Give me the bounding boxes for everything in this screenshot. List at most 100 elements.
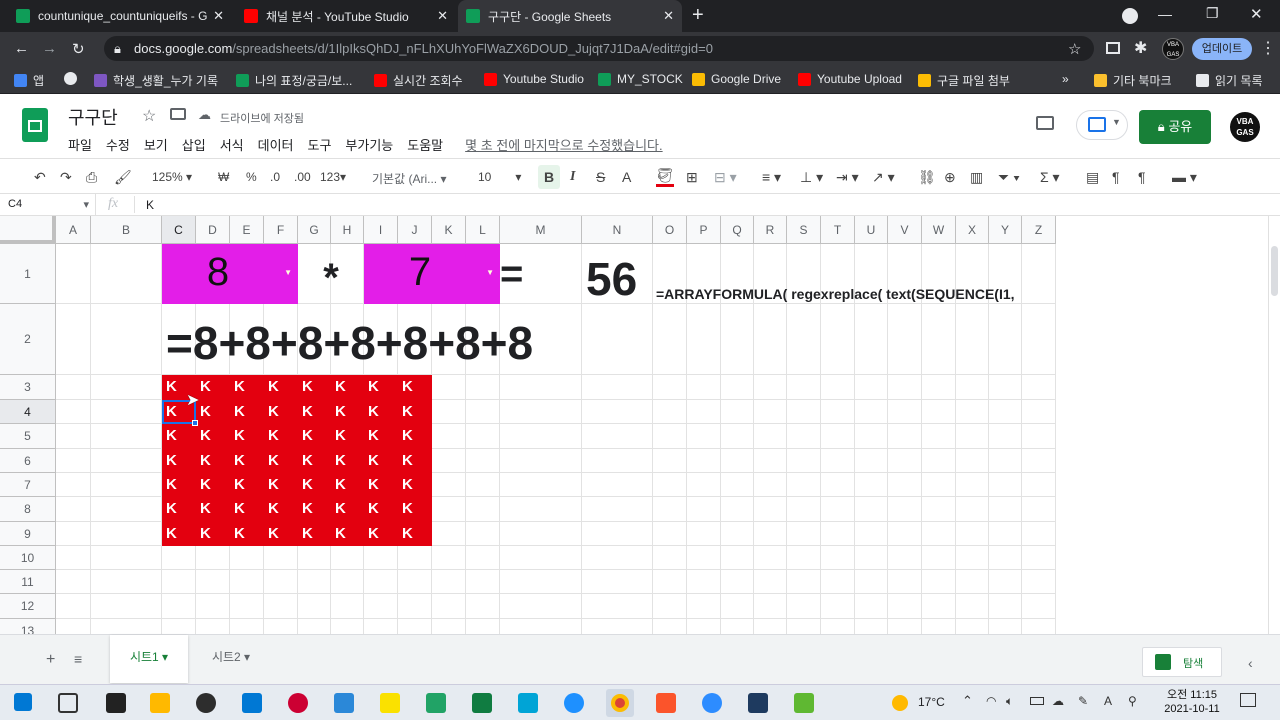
reading-mode-icon[interactable] (1106, 42, 1120, 54)
k-cell[interactable]: K (398, 449, 432, 473)
currency-button[interactable]: ₩ (218, 170, 229, 184)
k-cell[interactable]: K (331, 522, 365, 546)
account-avatar[interactable]: VBA GAS (1230, 112, 1260, 142)
paint-format-icon[interactable]: 🖌︎ (114, 169, 132, 186)
text-color-button[interactable]: A (622, 169, 631, 185)
pen-icon[interactable]: ✎ (1078, 694, 1088, 708)
k-cell[interactable]: K (264, 449, 298, 473)
k-cell[interactable]: K (162, 522, 196, 546)
redo-icon[interactable]: ↷ (60, 169, 72, 186)
input-tools-icon[interactable]: ▬ ▾ (1172, 169, 1197, 186)
browser-menu-icon[interactable]: ⋮ (1260, 38, 1276, 58)
column-header-s[interactable]: S (787, 216, 821, 244)
column-header-i[interactable]: I (364, 216, 398, 244)
k-cell[interactable]: K (331, 449, 365, 473)
column-header-d[interactable]: D (196, 216, 230, 244)
k-cell[interactable]: K (398, 473, 432, 497)
menu-format[interactable]: 서식 (220, 135, 244, 154)
new-tab-button[interactable]: + (692, 4, 704, 27)
reload-icon[interactable]: ↻ (72, 40, 85, 58)
doc-title[interactable]: 구구단 (68, 104, 118, 130)
menu-insert[interactable]: 삽입 (182, 135, 206, 154)
k-cell[interactable]: K (196, 522, 230, 546)
ltr-paragraph-icon[interactable]: ¶ (1112, 169, 1120, 185)
row-header-9[interactable]: 9 (0, 522, 56, 546)
zoom-select[interactable]: 125% ▾ (152, 170, 192, 184)
row-header-7[interactable]: 7 (0, 473, 56, 497)
k-cell[interactable]: K (364, 375, 398, 399)
stats-app-icon[interactable] (426, 693, 446, 713)
column-header-o[interactable]: O (653, 216, 687, 244)
font-size-select[interactable]: 10 ▾ (478, 170, 521, 184)
bookmark-file-attach[interactable]: 구글 파일 첨부 (918, 72, 1010, 89)
cell-multiplicand-dropdown[interactable]: 8 ▼ (162, 244, 298, 304)
back-icon[interactable]: ← (14, 40, 29, 57)
close-window-icon[interactable]: ✕ (1250, 5, 1263, 23)
column-header-r[interactable]: R (754, 216, 787, 244)
k-cell[interactable]: K (162, 497, 196, 521)
windows-start-icon[interactable] (14, 693, 32, 711)
k-cell[interactable]: K (230, 497, 264, 521)
close-tab-icon[interactable]: ✕ (663, 8, 674, 24)
present-button[interactable]: ▼ (1076, 110, 1128, 140)
onedrive-icon[interactable]: ☁ (1052, 694, 1064, 708)
more-formats-button[interactable]: 123▾ (320, 170, 346, 184)
k-cell[interactable]: K (331, 424, 365, 448)
move-folder-icon[interactable] (170, 108, 186, 120)
hangul-icon[interactable] (518, 693, 538, 713)
k-cell[interactable]: K (230, 375, 264, 399)
spreadsheet-grid[interactable]: ABCDEFGHIJKLMNOPQRSTUVWXYZ 1 2 3 4 5 6 7 8 9 10 11… (0, 216, 1268, 634)
k-cell[interactable]: K (196, 400, 230, 424)
tab-search-icon[interactable] (1122, 8, 1138, 24)
menu-file[interactable]: 파일 (68, 135, 92, 154)
k-cell[interactable]: K (264, 424, 298, 448)
column-header-q[interactable]: Q (721, 216, 754, 244)
undo-icon[interactable]: ↶ (34, 169, 46, 186)
bookmark-yt-studio[interactable]: Youtube Studio (484, 72, 584, 86)
k-cell[interactable]: K (398, 424, 432, 448)
column-header-j[interactable]: J (398, 216, 432, 244)
k-cell[interactable]: K (398, 497, 432, 521)
column-header-t[interactable]: T (821, 216, 855, 244)
column-header-g[interactable]: G (298, 216, 331, 244)
row-header-11[interactable]: 11 (0, 570, 56, 594)
scroll-thumb[interactable] (1271, 246, 1278, 296)
k-cell[interactable]: K (298, 424, 332, 448)
print-icon[interactable]: ⎙ (86, 169, 97, 186)
k-cell[interactable]: K (398, 522, 432, 546)
insert-chart-icon[interactable]: ▥ (970, 169, 983, 186)
android-icon[interactable] (794, 693, 814, 713)
column-header-e[interactable]: E (230, 216, 264, 244)
add-sheet-icon[interactable]: + (46, 651, 55, 669)
name-box[interactable]: C4 ▾ (0, 194, 96, 215)
k-cell[interactable]: K (331, 497, 365, 521)
k-cell[interactable]: K (196, 497, 230, 521)
k-cell[interactable]: K (230, 400, 264, 424)
clock-date[interactable]: 2021-10-11 (1152, 703, 1232, 715)
weather-sun-icon[interactable] (892, 695, 908, 711)
row-header-6[interactable]: 6 (0, 449, 56, 473)
sheet-tab-2[interactable]: 시트2 ▾ (196, 635, 266, 683)
k-cell[interactable]: K (298, 400, 332, 424)
column-header-z[interactable]: Z (1022, 216, 1056, 244)
brave-icon[interactable] (656, 693, 676, 713)
column-header-x[interactable]: X (956, 216, 989, 244)
text-rotation-icon[interactable]: ↗ ▾ (872, 169, 895, 186)
decrease-decimal-button[interactable]: .0 (270, 170, 280, 184)
column-header-u[interactable]: U (855, 216, 888, 244)
column-header-m[interactable]: M (500, 216, 582, 244)
notifications-icon[interactable] (1240, 693, 1256, 707)
comments-icon[interactable] (1036, 116, 1054, 130)
bookmark-student[interactable]: 학생_생활_누가 기록 (94, 72, 218, 89)
k-cell[interactable]: K (264, 497, 298, 521)
k-cell[interactable]: K (331, 473, 365, 497)
bookmark-globe[interactable] (64, 72, 83, 85)
obs-icon[interactable] (196, 693, 216, 713)
close-tab-icon[interactable]: ✕ (213, 8, 224, 24)
bookmark-drive[interactable]: Google Drive (692, 72, 781, 86)
k-cell[interactable]: K (364, 449, 398, 473)
cell-multiplier-dropdown[interactable]: 7 ▼ (364, 244, 500, 304)
all-sheets-icon[interactable]: ≡ (74, 651, 82, 667)
collapse-side-icon[interactable]: ‹ (1248, 655, 1253, 671)
profile-avatar[interactable]: VBA GAS (1162, 38, 1184, 60)
